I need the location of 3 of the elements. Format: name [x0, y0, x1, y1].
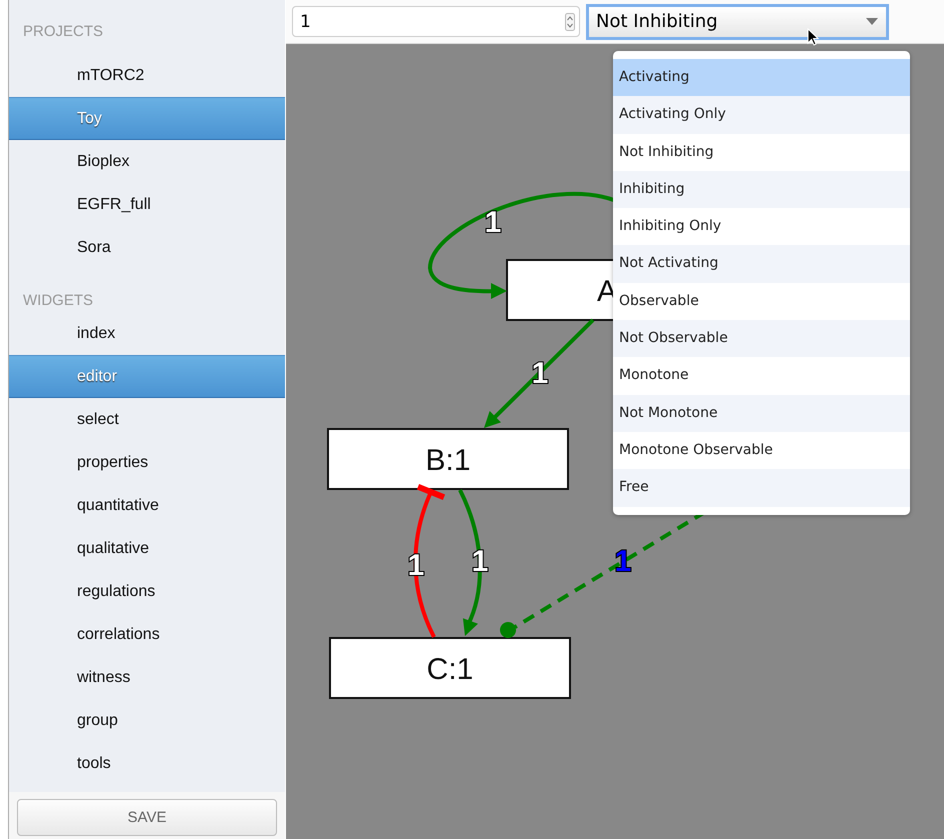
- section-header: PROJECTS: [22, 22, 104, 42]
- section-header: WIDGETS: [22, 291, 94, 311]
- edge-label: 1: [484, 206, 502, 239]
